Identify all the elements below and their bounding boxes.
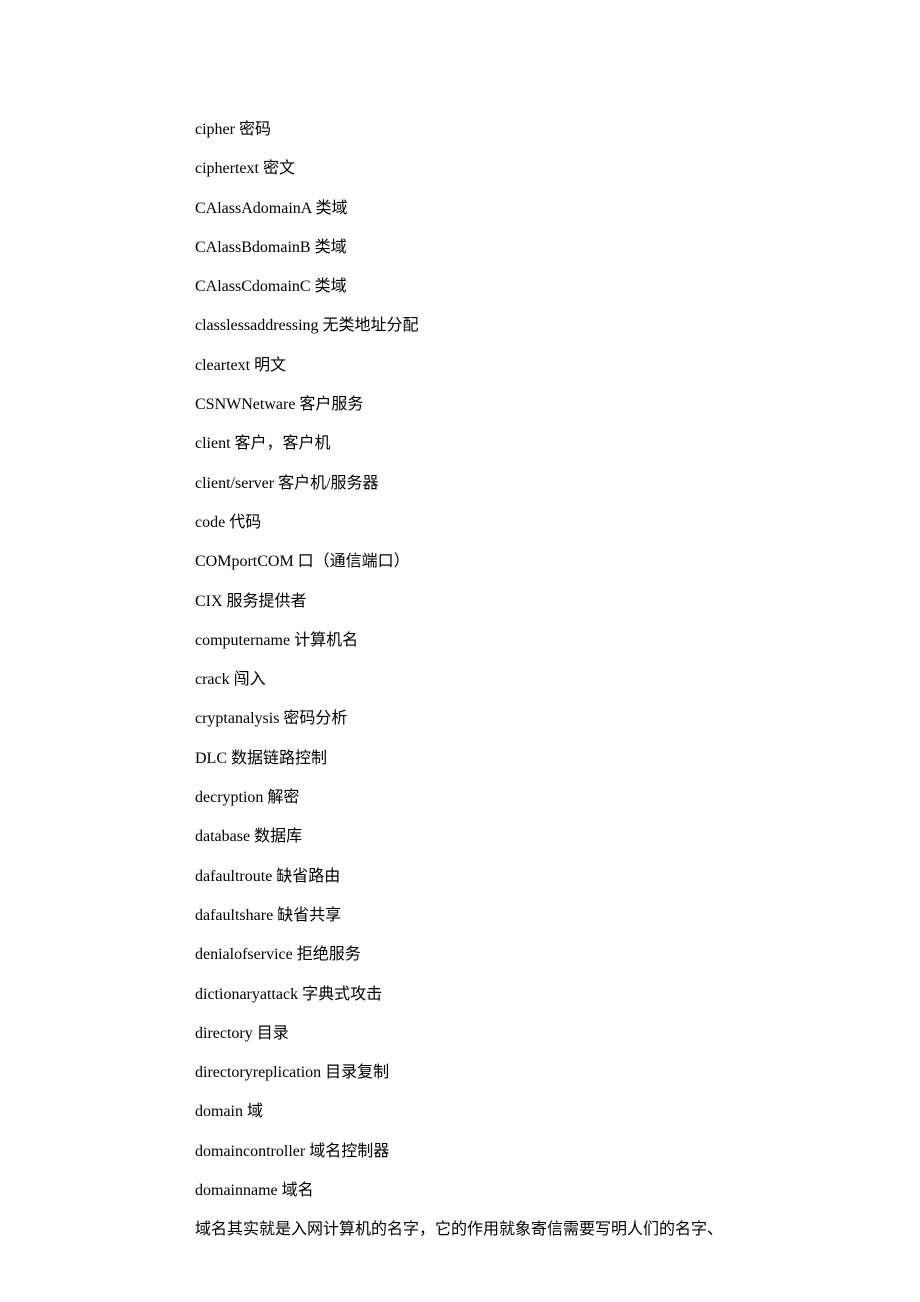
glossary-entry: code 代码	[195, 513, 755, 534]
glossary-entry: CSNWNetware 客户服务	[195, 395, 755, 416]
glossary-entry: directory 目录	[195, 1024, 755, 1045]
glossary-entry: ciphertext 密文	[195, 159, 755, 180]
glossary-entry: decryption 解密	[195, 788, 755, 809]
glossary-entry: domain 域	[195, 1102, 755, 1123]
glossary-entry: DLC 数据链路控制	[195, 749, 755, 770]
glossary-entry: cipher 密码	[195, 120, 755, 141]
glossary-entry: 域名其实就是入网计算机的名字，它的作用就象寄信需要写明人们的名字、	[195, 1220, 755, 1241]
glossary-entry: dafaultshare 缺省共享	[195, 906, 755, 927]
glossary-entry: domainname 域名	[195, 1181, 755, 1202]
glossary-entry: CAlassCdomainC 类域	[195, 277, 755, 298]
glossary-entry: crack 闯入	[195, 670, 755, 691]
glossary-entry: database 数据库	[195, 827, 755, 848]
glossary-page: cipher 密码 ciphertext 密文 CAlassAdomainA 类…	[0, 0, 755, 1241]
glossary-entry: cleartext 明文	[195, 356, 755, 377]
glossary-entry: dafaultroute 缺省路由	[195, 867, 755, 888]
glossary-entry: CIX 服务提供者	[195, 592, 755, 613]
glossary-entry: dictionaryattack 字典式攻击	[195, 985, 755, 1006]
glossary-entry: classlessaddressing 无类地址分配	[195, 316, 755, 337]
glossary-entry: computername 计算机名	[195, 631, 755, 652]
glossary-entry: denialofservice 拒绝服务	[195, 945, 755, 966]
glossary-entry: domaincontroller 域名控制器	[195, 1142, 755, 1163]
glossary-entry: COMportCOM 口（通信端口）	[195, 552, 755, 573]
glossary-entry: CAlassBdomainB 类域	[195, 238, 755, 259]
glossary-entry: cryptanalysis 密码分析	[195, 709, 755, 730]
glossary-entry: client/server 客户机/服务器	[195, 474, 755, 495]
glossary-entry: CAlassAdomainA 类域	[195, 199, 755, 220]
glossary-entry: client 客户，客户机	[195, 434, 755, 455]
glossary-entry: directoryreplication 目录复制	[195, 1063, 755, 1084]
